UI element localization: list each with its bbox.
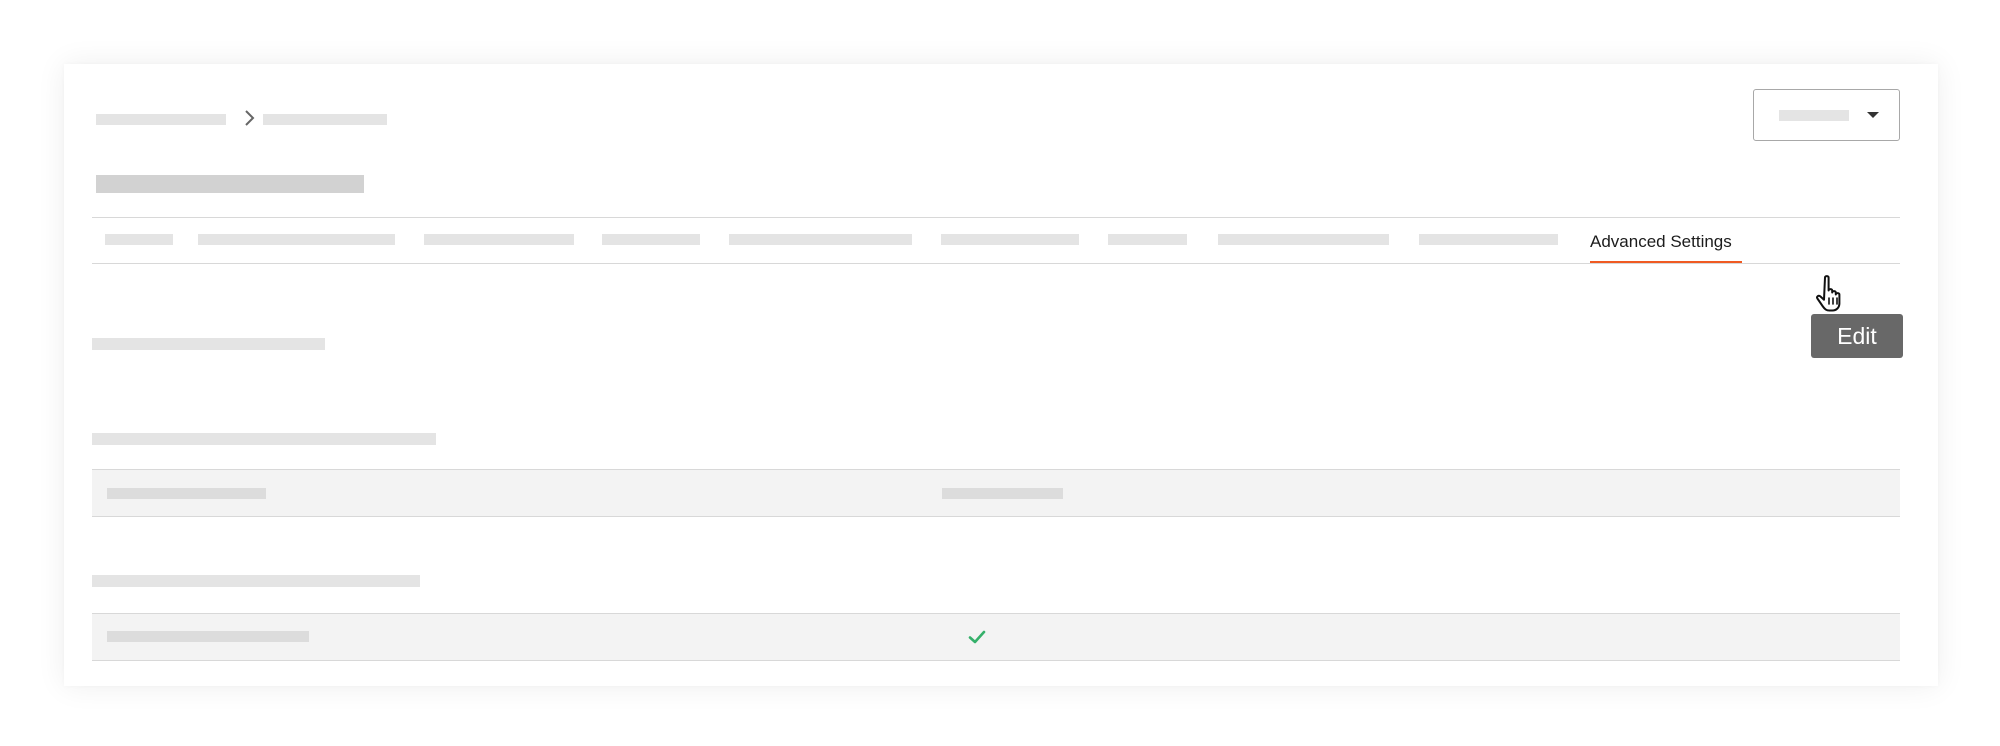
tab-placeholder[interactable]: [198, 234, 395, 245]
setting-label-placeholder: [107, 631, 309, 642]
tab-placeholder[interactable]: [1419, 234, 1558, 245]
page-title-placeholder: [96, 175, 364, 193]
setting-label-placeholder: [107, 488, 266, 499]
settings-row: [92, 613, 1900, 661]
breadcrumb-item-placeholder[interactable]: [263, 114, 387, 125]
edit-button[interactable]: Edit: [1811, 314, 1903, 358]
tab-placeholder[interactable]: [424, 234, 574, 245]
tab-placeholder[interactable]: [105, 234, 173, 245]
tabs-divider-top: [92, 217, 1900, 218]
project-select[interactable]: [1753, 89, 1900, 141]
hand-pointer-cursor-icon: [1816, 275, 1841, 312]
tab-placeholder[interactable]: [1218, 234, 1389, 245]
tab-placeholder[interactable]: [729, 234, 912, 245]
breadcrumb-item-placeholder[interactable]: [96, 114, 226, 125]
check-icon: [968, 630, 986, 644]
chevron-right-icon: [245, 110, 255, 126]
select-value-placeholder: [1779, 110, 1849, 121]
group-heading-placeholder: [92, 433, 436, 445]
settings-card: Advanced Settings Edit: [64, 64, 1938, 686]
tab-placeholder[interactable]: [941, 234, 1079, 245]
group-heading-placeholder: [92, 575, 420, 587]
caret-down-icon: [1867, 112, 1879, 118]
tab-placeholder[interactable]: [602, 234, 700, 245]
section-heading-placeholder: [92, 338, 325, 350]
setting-value-placeholder: [942, 488, 1063, 499]
tab-advanced-settings[interactable]: Advanced Settings: [1590, 232, 1732, 252]
tab-placeholder[interactable]: [1108, 234, 1187, 245]
tabs-divider-bottom: [92, 263, 1900, 264]
settings-row: [92, 469, 1900, 517]
